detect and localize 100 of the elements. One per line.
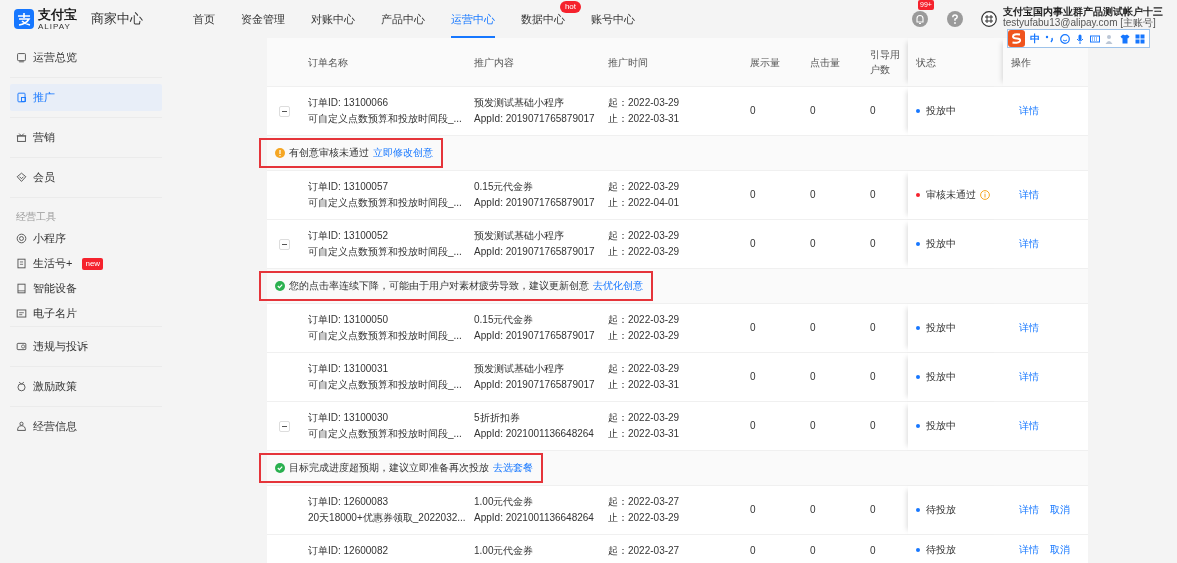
notice-text: 目标完成进度超预期，建议立即准备再次投放 [289, 461, 489, 475]
bell-icon[interactable] [912, 11, 928, 27]
sidebar-item[interactable]: 会员 [10, 164, 162, 191]
sidebar-item[interactable]: 违规与投诉 [10, 333, 162, 360]
table-cell: 0 [870, 545, 876, 556]
action-link[interactable]: 详情 [1019, 503, 1039, 517]
grid-icon[interactable] [1135, 33, 1145, 44]
table-cell: 0 [750, 545, 756, 556]
table-cell: 0 [750, 238, 756, 249]
end-date: 止：2022-03-29 [608, 245, 681, 259]
sidebar-item[interactable]: 电子名片 [10, 301, 162, 326]
status-text: 投放中 [926, 104, 956, 118]
table-cell: 0 [870, 504, 876, 515]
column-header: 展示量 [749, 55, 781, 70]
notice-link[interactable]: 去优化创意 [593, 279, 643, 293]
column-header: 推广时间 [607, 55, 649, 70]
menu-item-icon [16, 52, 27, 63]
nav-tab[interactable]: 对账中心 [311, 0, 355, 38]
notice-text: 有创意审核未通过 [289, 146, 369, 160]
menu-item-icon [16, 283, 27, 294]
new-badge: new [82, 257, 104, 270]
app-id: AppId: 2019071765879017 [474, 196, 596, 210]
notice-link[interactable]: 立即修改创意 [373, 146, 433, 160]
sidebar-item[interactable]: 智能设备 [10, 276, 162, 301]
shirt-icon[interactable] [1120, 33, 1130, 44]
sidebar-item[interactable]: 小程序 [10, 226, 162, 251]
collapse-toggle[interactable] [279, 420, 290, 432]
table-cell: 0 [870, 420, 876, 431]
order-name: 可自定义点数预算和投放时间段_... [308, 245, 463, 259]
order-name: 可自定义点数预算和投放时间段_... [308, 378, 463, 392]
action-link[interactable]: 详情 [1019, 419, 1039, 433]
end-date: 止：2022-03-29 [608, 329, 681, 343]
column-header: 状态 [908, 38, 1003, 86]
order-id: 订单ID: 12600082 [308, 544, 390, 558]
nav-tab[interactable]: 产品中心 [381, 0, 425, 38]
status-text: 待投放 [926, 543, 956, 557]
table-cell: 0 [810, 504, 816, 515]
table-cell: 0 [870, 105, 876, 116]
promo-content: 5折折扣券 [474, 411, 521, 425]
column-header: 引导用户数 [869, 48, 901, 77]
sidebar-item[interactable]: 激励政策 [10, 373, 162, 400]
avatar-icon[interactable] [981, 11, 997, 27]
order-id: 订单ID: 13100066 [308, 96, 390, 110]
table-cell: 0 [870, 371, 876, 382]
nav-tab[interactable]: 资金管理 [241, 0, 285, 38]
column-header: 点击量 [809, 55, 841, 70]
end-date: 止：2022-03-31 [608, 112, 681, 126]
start-date: 起：2022-03-29 [608, 411, 681, 425]
account-name: 支付宝国内事业群产品测试帐户十三 [1003, 6, 1163, 17]
menu-item-icon [16, 308, 27, 319]
start-date: 起：2022-03-29 [608, 313, 681, 327]
status-text: 审核未通过 [926, 188, 976, 202]
action-link[interactable]: 取消 [1050, 503, 1070, 517]
order-id: 订单ID: 12600083 [308, 495, 390, 509]
microphone-icon[interactable] [1075, 33, 1085, 44]
end-date: 止：2022-03-29 [608, 511, 681, 525]
notice-link[interactable]: 去选套餐 [493, 461, 533, 475]
action-link[interactable]: 详情 [1019, 321, 1039, 335]
logo-icon [14, 9, 34, 29]
sidebar-item[interactable]: 推广 [10, 84, 162, 111]
table-cell: 0 [810, 238, 816, 249]
promo-content: 预发测试基础小程序 [474, 96, 565, 110]
action-link[interactable]: 详情 [1019, 543, 1039, 557]
action-link[interactable]: 取消 [1050, 543, 1070, 557]
table-cell: 0 [750, 504, 756, 515]
ime-mode[interactable]: 中 [1030, 31, 1040, 46]
brand-name: 支付宝 [38, 7, 77, 21]
end-date: 止：2022-04-01 [608, 196, 681, 210]
promo-content: 0.15元代金券 [474, 313, 535, 327]
app-id: AppId: 2021001136648264 [474, 511, 595, 525]
sidebar-item[interactable]: 生活号+ new [10, 251, 162, 276]
table-cell: 0 [870, 189, 876, 200]
collapse-toggle[interactable] [279, 105, 290, 117]
ime-logo-icon[interactable] [1008, 30, 1025, 47]
column-header: 订单名称 [307, 55, 349, 70]
emoji-icon[interactable] [1060, 33, 1070, 44]
order-name: 可自定义点数预算和投放时间段_... [308, 112, 463, 126]
column-header: 推广内容 [473, 55, 515, 70]
menu-item-icon [16, 341, 27, 352]
sidebar-item[interactable]: 经营信息 [10, 413, 162, 440]
collapse-toggle[interactable] [279, 238, 290, 250]
order-id: 订单ID: 13100050 [308, 313, 390, 327]
table-cell: 0 [870, 322, 876, 333]
keyboard-icon[interactable] [1090, 33, 1100, 44]
nav-tab[interactable]: 首页 [193, 0, 215, 38]
status-text: 投放中 [926, 419, 956, 433]
end-date: 止：2022-03-31 [608, 378, 681, 392]
app-id: AppId: 2019071765879017 [474, 112, 596, 126]
action-link[interactable]: 详情 [1019, 188, 1039, 202]
table-cell: 0 [870, 238, 876, 249]
start-date: 起：2022-03-29 [608, 362, 681, 376]
sidebar-item[interactable]: 营销 [10, 124, 162, 151]
action-link[interactable]: 详情 [1019, 237, 1039, 251]
sidebar-item[interactable]: 运营总览 [10, 44, 162, 71]
promo-content: 0.15元代金券 [474, 180, 535, 194]
action-link[interactable]: 详情 [1019, 370, 1039, 384]
nav-tab[interactable]: 账号中心 [591, 0, 635, 38]
help-icon[interactable] [947, 11, 963, 27]
action-link[interactable]: 详情 [1019, 104, 1039, 118]
punctuation-icon[interactable] [1045, 33, 1055, 44]
